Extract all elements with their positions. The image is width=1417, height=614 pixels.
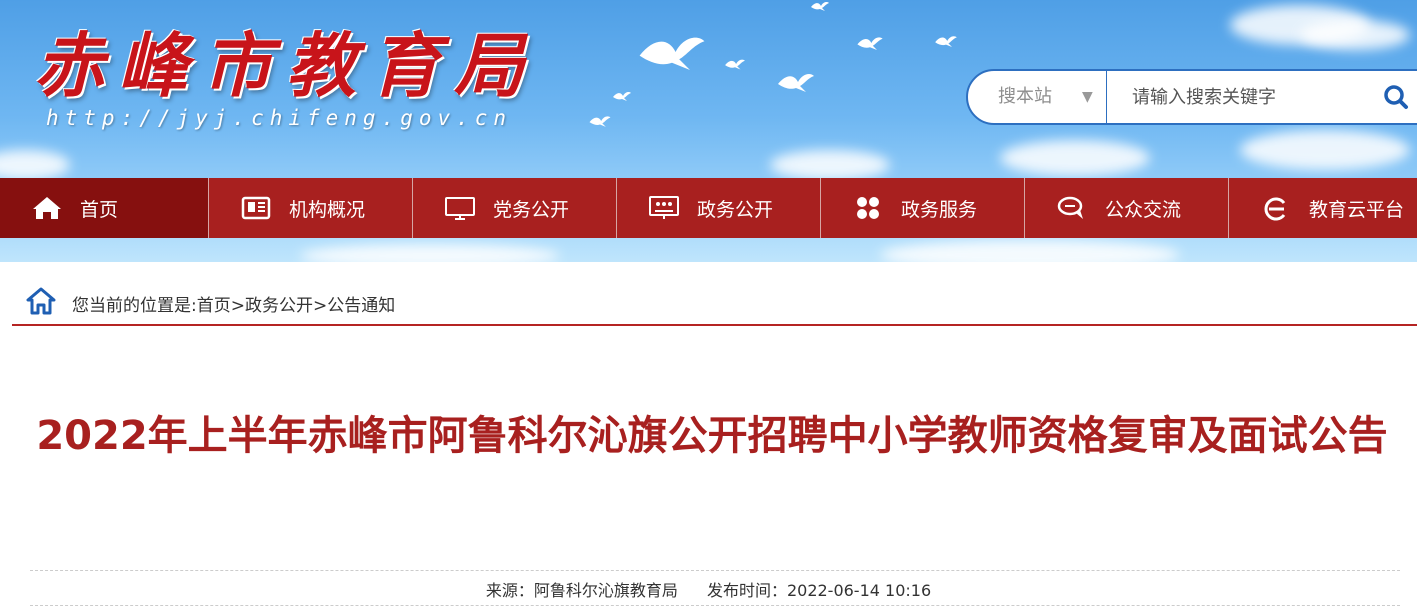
cloud-decoration bbox=[300, 244, 560, 262]
monitor-icon bbox=[443, 195, 477, 221]
nav-item-home[interactable]: 首页 bbox=[0, 178, 209, 238]
article-source: 来源：阿鲁科尔沁旗教育局 bbox=[485, 581, 678, 600]
article-title: 2022年上半年赤峰市阿鲁科尔沁旗公开招聘中小学教师资格复审及面试公告 bbox=[36, 413, 1388, 459]
dove-icon bbox=[856, 34, 884, 52]
divider bbox=[30, 605, 1400, 606]
search-scope-select[interactable]: 搜本站 bbox=[998, 71, 1052, 123]
dove-icon bbox=[776, 66, 816, 98]
grid-icon bbox=[851, 195, 885, 221]
newspaper-icon bbox=[239, 195, 273, 221]
divider bbox=[30, 570, 1400, 571]
dove-icon bbox=[636, 30, 708, 74]
search-divider bbox=[1106, 71, 1107, 123]
nav-item-edu-cloud[interactable]: 教育云平台 bbox=[1229, 178, 1417, 238]
dove-icon bbox=[800, 0, 840, 12]
cloud-decoration bbox=[1000, 140, 1150, 176]
site-logo[interactable]: 赤峰市教育局 bbox=[34, 26, 538, 106]
cloud-decoration bbox=[0, 150, 70, 180]
nav-item-public-exchange[interactable]: 公众交流 bbox=[1025, 178, 1229, 238]
breadcrumb-text[interactable]: 您当前的位置是:首页>政务公开>公告通知 bbox=[72, 291, 395, 316]
main-nav: 首页 机构概况 党务公开 政务公开 政务服务 公众交流 教育云平台 bbox=[0, 178, 1417, 238]
cloud-decoration bbox=[1300, 20, 1410, 50]
site-url: http://jyj.chifeng.gov.cn bbox=[46, 106, 513, 130]
chevron-down-icon[interactable]: ▼ bbox=[1082, 71, 1093, 123]
dove-icon bbox=[588, 114, 612, 128]
nav-item-label: 党务公开 bbox=[493, 198, 570, 221]
nav-item-government-affairs[interactable]: 政务公开 bbox=[617, 178, 821, 238]
nav-item-government-services[interactable]: 政务服务 bbox=[821, 178, 1025, 238]
article-publish-time: 发布时间：2022-06-14 10:16 bbox=[706, 581, 932, 600]
cloud-e-icon bbox=[1259, 195, 1293, 221]
nav-item-label: 公众交流 bbox=[1105, 198, 1182, 221]
dove-icon bbox=[612, 88, 632, 104]
nav-item-label: 政务公开 bbox=[697, 198, 774, 221]
search-input[interactable] bbox=[1116, 77, 1388, 117]
chat-icon bbox=[1055, 195, 1089, 221]
nav-item-party-affairs[interactable]: 党务公开 bbox=[413, 178, 617, 238]
nav-item-label: 首页 bbox=[80, 198, 119, 221]
nav-item-organization[interactable]: 机构概况 bbox=[209, 178, 413, 238]
dove-icon bbox=[934, 32, 958, 50]
presentation-icon bbox=[647, 195, 681, 221]
breadcrumb: 您当前的位置是:首页>政务公开>公告通知 bbox=[12, 284, 1417, 326]
search-icon[interactable] bbox=[1382, 83, 1410, 111]
home-icon[interactable] bbox=[26, 286, 56, 316]
nav-item-label: 政务服务 bbox=[901, 198, 978, 221]
nav-item-label: 机构概况 bbox=[289, 198, 366, 221]
dove-icon bbox=[724, 56, 746, 72]
search-bar: 搜本站 ▼ bbox=[966, 69, 1417, 125]
article-meta: 来源：阿鲁科尔沁旗教育局 发布时间：2022-06-14 10:16 bbox=[0, 577, 1417, 601]
cloud-decoration bbox=[1240, 130, 1410, 170]
home-icon bbox=[30, 195, 64, 221]
cloud-decoration bbox=[770, 150, 890, 180]
nav-item-label: 教育云平台 bbox=[1309, 198, 1405, 221]
cloud-decoration bbox=[880, 240, 1180, 262]
